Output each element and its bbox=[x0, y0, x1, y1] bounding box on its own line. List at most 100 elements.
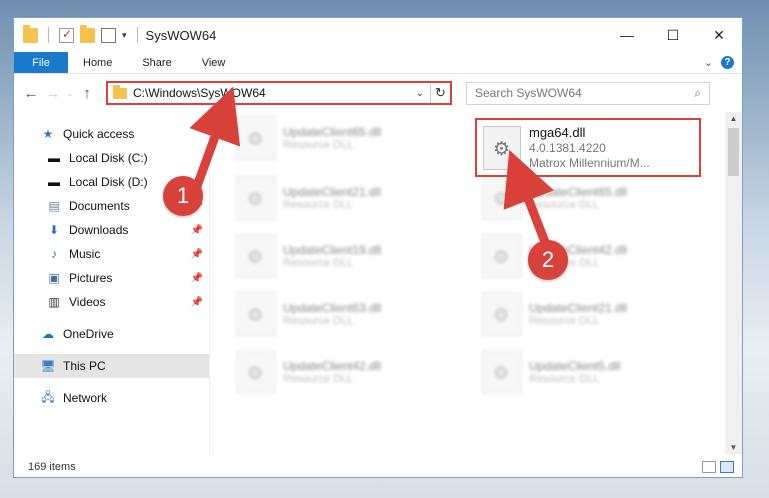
customize-toolbar-chevron-icon[interactable]: ▾ bbox=[122, 30, 127, 41]
quick-access-toolbar: ▾ bbox=[14, 24, 142, 43]
pictures-icon: ▣ bbox=[48, 271, 60, 285]
title-bar: ▾ SysWOW64 — ☐ ✕ bbox=[14, 18, 742, 52]
address-field[interactable]: C:\Windows\SysWOW64 ⌄ ↻ bbox=[106, 81, 452, 105]
list-item[interactable]: UpdateClient63.dllResource DLL bbox=[236, 288, 381, 340]
list-item[interactable]: UpdateClient5.dllResource DLL bbox=[482, 346, 620, 398]
sidebar-item-local-disk-c[interactable]: ▬ Local Disk (C:) bbox=[14, 146, 209, 170]
up-arrow-icon[interactable]: ↑ bbox=[76, 85, 98, 102]
tab-file[interactable]: File bbox=[14, 52, 68, 73]
forward-arrow-icon[interactable]: → bbox=[42, 85, 64, 102]
pin-icon[interactable]: 📌 bbox=[191, 297, 203, 308]
tab-share[interactable]: Share bbox=[127, 52, 186, 73]
scroll-thumb[interactable] bbox=[728, 128, 739, 176]
dll-file-icon bbox=[236, 176, 276, 220]
list-item[interactable]: UpdateClient42.dllResource DLL bbox=[236, 346, 381, 398]
videos-icon: ▥ bbox=[48, 295, 60, 309]
file-name: UpdateClient21.dll bbox=[529, 301, 628, 315]
list-item[interactable]: UpdateClient21.dllResource DLL bbox=[236, 172, 381, 224]
window-title: SysWOW64 bbox=[145, 27, 217, 43]
help-icon[interactable]: ? bbox=[721, 56, 734, 69]
sidebar-item-label: Videos bbox=[69, 295, 106, 309]
pin-icon[interactable]: 📌 bbox=[191, 225, 203, 236]
dll-file-icon bbox=[236, 292, 276, 336]
sidebar-item-label: Local Disk (D:) bbox=[69, 175, 148, 189]
vertical-scrollbar[interactable]: ▲ ▼ bbox=[725, 112, 742, 454]
view-options-icon[interactable] bbox=[101, 27, 116, 43]
file-version: 4.0.1381.4220 bbox=[529, 141, 606, 155]
annotation-badge-1: 1 bbox=[163, 176, 203, 216]
file-type: Resource DLL bbox=[529, 373, 600, 385]
list-item[interactable]: UpdateClient21.dllResource DLL bbox=[482, 288, 627, 340]
large-icons-view-icon[interactable] bbox=[720, 460, 734, 473]
refresh-icon[interactable]: ↻ bbox=[430, 83, 450, 103]
search-input[interactable]: Search SysWOW64 ⌕ bbox=[466, 81, 710, 105]
folder-icon bbox=[113, 84, 127, 99]
minimize-button[interactable]: — bbox=[604, 18, 650, 52]
annotation-badge-2: 2 bbox=[528, 240, 568, 280]
file-name: UpdateClient65.dll bbox=[283, 125, 382, 139]
back-arrow-icon[interactable]: ← bbox=[20, 85, 42, 102]
tab-home[interactable]: Home bbox=[68, 52, 127, 73]
file-name: UpdateClient5.dll bbox=[529, 359, 621, 373]
star-icon: ★ bbox=[42, 127, 54, 141]
new-folder-icon[interactable] bbox=[80, 24, 95, 43]
explorer-window: ▾ SysWOW64 — ☐ ✕ File Home Share View ⌄ … bbox=[13, 17, 743, 478]
maximize-button[interactable]: ☐ bbox=[650, 18, 696, 52]
sidebar-item-music[interactable]: ♪ Music 📌 bbox=[14, 242, 209, 266]
item-count: 169 items bbox=[28, 460, 76, 473]
sidebar-item-onedrive[interactable]: ☁ OneDrive bbox=[14, 322, 209, 346]
dll-file-icon bbox=[236, 234, 276, 278]
search-icon: ⌕ bbox=[694, 85, 701, 100]
dll-file-icon bbox=[482, 292, 522, 336]
sidebar-item-quick-access[interactable]: ★ Quick access bbox=[14, 122, 209, 146]
folder-icon bbox=[23, 24, 38, 43]
close-button[interactable]: ✕ bbox=[696, 18, 742, 52]
file-name: UpdateClient19.dll bbox=[283, 243, 382, 257]
list-item[interactable]: UpdateClient65.dllResource DLL bbox=[236, 112, 381, 164]
sidebar-item-network[interactable]: 🖧 Network bbox=[14, 386, 209, 410]
ribbon-tabs: File Home Share View ⌄ ? bbox=[14, 52, 742, 74]
details-view-icon[interactable] bbox=[702, 460, 716, 473]
properties-check-icon[interactable] bbox=[59, 27, 74, 43]
tab-view[interactable]: View bbox=[187, 52, 241, 73]
pin-icon[interactable]: 📌 bbox=[191, 273, 203, 284]
list-item[interactable]: UpdateClient65.dllResource DLL bbox=[482, 172, 627, 224]
sidebar-item-videos[interactable]: ▥ Videos 📌 bbox=[14, 290, 209, 314]
music-icon: ♪ bbox=[51, 247, 57, 261]
file-type: Resource DLL bbox=[283, 199, 354, 211]
dll-file-icon bbox=[482, 234, 522, 278]
list-item[interactable]: UpdateClient19.dllResource DLL bbox=[236, 230, 381, 282]
sidebar-item-label: Local Disk (C:) bbox=[69, 151, 148, 165]
sidebar-item-label: Pictures bbox=[69, 271, 113, 285]
search-placeholder: Search SysWOW64 bbox=[475, 86, 582, 100]
address-bar-row: ← → ⌄ ↑ C:\Windows\SysWOW64 ⌄ ↻ Search S… bbox=[14, 74, 742, 112]
scroll-down-icon[interactable]: ▼ bbox=[725, 443, 742, 452]
status-bar: 169 items bbox=[14, 454, 742, 477]
file-type: Resource DLL bbox=[529, 315, 600, 327]
sidebar-item-pictures[interactable]: ▣ Pictures 📌 bbox=[14, 266, 209, 290]
sidebar-item-downloads[interactable]: ⬇ Downloads 📌 bbox=[14, 218, 209, 242]
separator bbox=[48, 27, 49, 43]
highlighted-file-mga64[interactable]: mga64.dll 4.0.1381.4220 Matrox Millenniu… bbox=[475, 118, 701, 177]
scroll-up-icon[interactable]: ▲ bbox=[725, 114, 742, 123]
sidebar-item-this-pc[interactable]: 🖥 This PC bbox=[14, 354, 209, 378]
dll-file-icon bbox=[482, 350, 522, 394]
file-description: Matrox Millennium/M... bbox=[529, 156, 650, 170]
file-name: UpdateClient21.dll bbox=[283, 185, 382, 199]
address-path[interactable]: C:\Windows\SysWOW64 bbox=[133, 86, 416, 100]
recent-locations-chevron-icon[interactable]: ⌄ bbox=[64, 88, 76, 99]
sidebar-item-label: Music bbox=[69, 247, 101, 261]
file-type: Resource DLL bbox=[283, 257, 354, 269]
dll-file-icon bbox=[236, 350, 276, 394]
dll-file-icon bbox=[483, 125, 521, 170]
sidebar-item-label: Downloads bbox=[69, 223, 129, 237]
pin-icon[interactable]: 📌 bbox=[191, 249, 203, 260]
drive-icon: ▬ bbox=[48, 175, 60, 189]
dll-file-icon bbox=[236, 116, 276, 160]
sidebar-item-label: OneDrive bbox=[63, 327, 114, 341]
navigation-pane: ★ Quick access ▬ Local Disk (C:) ▬ Local… bbox=[14, 112, 210, 454]
network-icon: 🖧 bbox=[41, 389, 55, 404]
address-dropdown-chevron-icon[interactable]: ⌄ bbox=[416, 88, 424, 99]
expand-ribbon-chevron-icon[interactable]: ⌄ bbox=[704, 56, 713, 69]
file-name: UpdateClient42.dll bbox=[283, 359, 382, 373]
